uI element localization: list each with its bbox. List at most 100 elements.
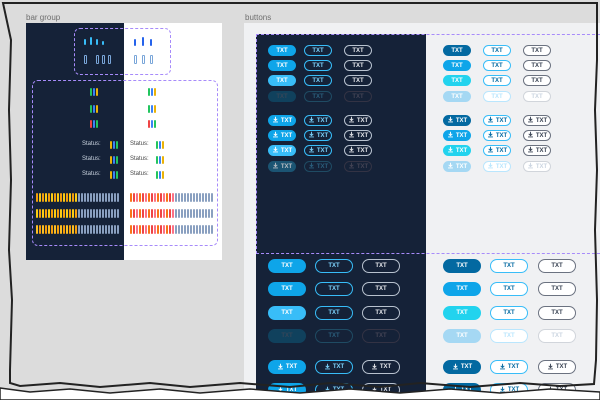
txt-button[interactable]: TXT (315, 259, 353, 273)
txt-button[interactable]: TXT (443, 329, 481, 343)
download-button[interactable]: TXT (443, 383, 481, 397)
txt-button[interactable]: TXT (490, 306, 528, 320)
download-button[interactable]: TXT (523, 115, 551, 126)
txt-button[interactable]: TXT (362, 282, 400, 296)
download-button[interactable]: TXT (483, 161, 511, 172)
txt-button[interactable]: TXT (443, 75, 471, 86)
txt-button[interactable]: TXT (268, 329, 306, 343)
download-button[interactable]: TXT (304, 161, 332, 172)
txt-button[interactable]: TXT (483, 91, 511, 102)
txt-button[interactable]: TXT (538, 282, 576, 296)
download-button[interactable]: TXT (268, 161, 296, 172)
download-button[interactable]: TXT (304, 115, 332, 126)
txt-button[interactable]: TXT (490, 259, 528, 273)
txt-button[interactable]: TXT (538, 259, 576, 273)
txt-button[interactable]: TXT (268, 306, 306, 320)
download-button[interactable]: TXT (344, 130, 372, 141)
progress-bar-empty (87, 209, 89, 218)
mini-bar-outline (150, 55, 153, 64)
button-label: TXT (503, 333, 515, 339)
download-button[interactable]: TXT (538, 360, 576, 374)
download-button[interactable]: TXT (268, 145, 296, 156)
txt-button[interactable]: TXT (315, 306, 353, 320)
txt-button[interactable]: TXT (483, 60, 511, 71)
download-button[interactable]: TXT (344, 145, 372, 156)
progress-bar-empty (93, 193, 95, 202)
txt-button[interactable]: TXT (538, 329, 576, 343)
txt-button[interactable]: TXT (315, 282, 353, 296)
download-button[interactable]: TXT (268, 383, 306, 397)
txt-button[interactable]: TXT (443, 45, 471, 56)
button-label: TXT (456, 310, 468, 316)
txt-button[interactable]: TXT (538, 306, 576, 320)
download-button[interactable]: TXT (483, 130, 511, 141)
button-label: TXT (356, 147, 369, 154)
txt-button[interactable]: TXT (344, 60, 372, 71)
download-button[interactable]: TXT (490, 383, 528, 397)
download-button[interactable]: TXT (443, 115, 471, 126)
download-button[interactable]: TXT (304, 145, 332, 156)
txt-button[interactable]: TXT (483, 45, 511, 56)
txt-button[interactable]: TXT (362, 259, 400, 273)
download-button[interactable]: TXT (443, 145, 471, 156)
download-button[interactable]: TXT (443, 360, 481, 374)
txt-button[interactable]: TXT (268, 282, 306, 296)
progress-bar (48, 209, 50, 218)
download-button[interactable]: TXT (483, 145, 511, 156)
txt-button[interactable]: TXT (268, 91, 296, 102)
txt-button[interactable]: TXT (443, 259, 481, 273)
button-label: TXT (507, 387, 520, 393)
txt-button[interactable]: TXT (268, 75, 296, 86)
download-button[interactable]: TXT (315, 383, 353, 397)
txt-button[interactable]: TXT (362, 306, 400, 320)
download-button[interactable]: TXT (443, 130, 471, 141)
progress-bar-empty (87, 225, 89, 234)
download-button[interactable]: TXT (268, 130, 296, 141)
txt-button[interactable]: TXT (304, 91, 332, 102)
txt-button[interactable]: TXT (443, 306, 481, 320)
download-button[interactable]: TXT (523, 161, 551, 172)
download-button[interactable]: TXT (538, 383, 576, 397)
download-button[interactable]: TXT (362, 383, 400, 397)
txt-button[interactable]: TXT (344, 91, 372, 102)
txt-button[interactable]: TXT (490, 329, 528, 343)
txt-button[interactable]: TXT (523, 45, 551, 56)
txt-button[interactable]: TXT (304, 60, 332, 71)
status-label: Status: (130, 171, 149, 177)
txt-button[interactable]: TXT (268, 45, 296, 56)
txt-button[interactable]: TXT (443, 91, 471, 102)
button-label: TXT (352, 93, 364, 100)
txt-button[interactable]: TXT (304, 45, 332, 56)
download-button[interactable]: TXT (490, 360, 528, 374)
progress-bar-empty (208, 209, 210, 218)
download-button[interactable]: TXT (344, 115, 372, 126)
txt-button[interactable]: TXT (483, 75, 511, 86)
txt-button[interactable]: TXT (268, 60, 296, 71)
txt-button[interactable]: TXT (443, 60, 471, 71)
download-button[interactable]: TXT (344, 161, 372, 172)
download-button[interactable]: TXT (523, 145, 551, 156)
download-button[interactable]: TXT (443, 161, 471, 172)
txt-button[interactable]: TXT (523, 60, 551, 71)
txt-button[interactable]: TXT (443, 282, 481, 296)
txt-button[interactable]: TXT (344, 45, 372, 56)
download-icon (487, 146, 494, 155)
txt-button[interactable]: TXT (523, 75, 551, 86)
progress-bar (42, 209, 44, 218)
txt-button[interactable]: TXT (315, 329, 353, 343)
download-button[interactable]: TXT (523, 130, 551, 141)
button-label: TXT (451, 47, 463, 54)
txt-button[interactable]: TXT (490, 282, 528, 296)
txt-button[interactable]: TXT (362, 329, 400, 343)
download-button[interactable]: TXT (315, 360, 353, 374)
txt-button[interactable]: TXT (304, 75, 332, 86)
download-button[interactable]: TXT (268, 360, 306, 374)
download-button[interactable]: TXT (483, 115, 511, 126)
download-button[interactable]: TXT (268, 115, 296, 126)
txt-button[interactable]: TXT (523, 91, 551, 102)
txt-button[interactable]: TXT (344, 75, 372, 86)
download-button[interactable]: TXT (304, 130, 332, 141)
button-label: TXT (460, 387, 473, 393)
download-button[interactable]: TXT (362, 360, 400, 374)
txt-button[interactable]: TXT (268, 259, 306, 273)
